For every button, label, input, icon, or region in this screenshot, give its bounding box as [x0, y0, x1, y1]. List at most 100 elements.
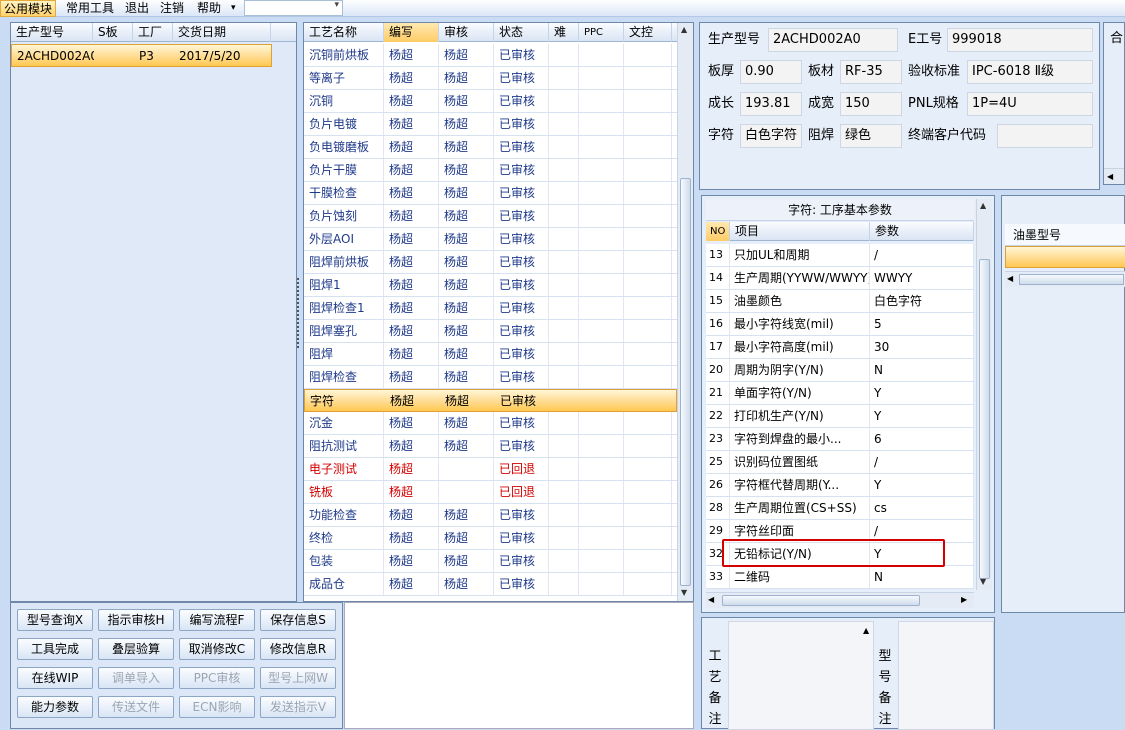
ink-row[interactable] — [1005, 246, 1125, 268]
table-row[interactable]: 22 打印机生产(Y/N) Y — [706, 405, 974, 428]
table-row[interactable]: 13 只加UL和周期 / — [706, 244, 974, 267]
table-row[interactable]: 沉铜 杨超 杨超 已审核 — [304, 90, 677, 113]
params-scrollbar[interactable]: ▲ ▼ — [976, 199, 992, 590]
table-row[interactable]: 33 二维码 N — [706, 566, 974, 589]
scroll-up-icon[interactable]: ▲ — [863, 626, 869, 635]
table-row[interactable]: 17 最小字符高度(mil) 30 — [706, 336, 974, 359]
action-button[interactable]: 型号查询X — [17, 609, 93, 631]
col-doc-control[interactable]: 文控 — [624, 23, 672, 42]
table-row[interactable]: 电子测试 杨超 已回退 — [304, 458, 677, 481]
action-button[interactable]: 能力参数 — [17, 696, 93, 718]
table-row[interactable]: 终检 杨超 杨超 已审核 — [304, 527, 677, 550]
field-width[interactable]: 150 — [840, 92, 902, 116]
table-row[interactable]: 阻焊前烘板 杨超 杨超 已审核 — [304, 251, 677, 274]
table-row[interactable]: 21 单面字符(Y/N) Y — [706, 382, 974, 405]
field-length[interactable]: 193.81 — [740, 92, 802, 116]
field-customer-code[interactable] — [997, 124, 1093, 148]
table-row[interactable]: 沉铜前烘板 杨超 杨超 已审核 — [304, 44, 677, 67]
action-button[interactable]: 取消修改C — [179, 638, 255, 660]
field-standard[interactable]: IPC-6018 Ⅱ级 — [967, 60, 1093, 84]
menu-exit[interactable]: 退出 — [122, 0, 152, 17]
field-model[interactable]: 2ACHD002A0 — [768, 28, 898, 52]
table-row[interactable]: 2ACHD002A0 P3 2017/5/20 — [11, 44, 272, 67]
menu-combo[interactable]: ▾ — [244, 0, 343, 16]
menu-help[interactable]: 帮助 — [194, 0, 224, 17]
table-row[interactable]: 28 生产周期位置(CS+SS) cs — [706, 497, 974, 520]
menu-logout[interactable]: 注销 — [157, 0, 187, 17]
menu-public-module[interactable]: 公用模块 — [0, 0, 57, 17]
action-button[interactable]: 发送指示V — [260, 696, 336, 718]
col-no[interactable]: NO — [706, 222, 730, 241]
table-row[interactable]: 铣板 杨超 已回退 — [304, 481, 677, 504]
table-row[interactable]: 阻焊塞孔 杨超 杨超 已审核 — [304, 320, 677, 343]
hscroll-thumb[interactable] — [1019, 274, 1124, 285]
field-character[interactable]: 白色字符 — [740, 124, 802, 148]
scroll-thumb[interactable] — [979, 259, 990, 579]
table-row[interactable]: 字符 杨超 杨超 已审核 — [304, 389, 677, 412]
col-model[interactable]: 生产型号 — [11, 23, 93, 42]
action-button[interactable]: 工具完成 — [17, 638, 93, 660]
col-process-name[interactable]: 工艺名称 — [304, 23, 384, 42]
action-button[interactable]: 编写流程F — [179, 609, 255, 631]
table-row[interactable]: 负片干膜 杨超 杨超 已审核 — [304, 159, 677, 182]
scroll-right-icon[interactable]: ▶ — [961, 595, 967, 604]
table-row[interactable]: 沉金 杨超 杨超 已审核 — [304, 412, 677, 435]
scroll-up-icon[interactable]: ▲ — [681, 25, 687, 34]
right-tab-label[interactable]: 合 — [1110, 27, 1123, 46]
action-button[interactable]: 指示审核H — [98, 609, 174, 631]
col-delivery-date[interactable]: 交货日期 — [173, 23, 271, 42]
table-row[interactable]: 负电镀磨板 杨超 杨超 已审核 — [304, 136, 677, 159]
col-reviewer[interactable]: 审核 — [439, 23, 494, 42]
hscroll-thumb[interactable] — [722, 595, 920, 606]
table-row[interactable]: 阻焊 杨超 杨超 已审核 — [304, 343, 677, 366]
process-notes-field[interactable]: ▲ — [728, 621, 874, 730]
table-row[interactable]: 16 最小字符线宽(mil) 5 — [706, 313, 974, 336]
action-button[interactable]: 调单导入 — [98, 667, 174, 689]
col-writer[interactable]: 编写 — [384, 23, 439, 42]
field-solder-mask[interactable]: 绿色 — [840, 124, 902, 148]
table-row[interactable]: 外层AOI 杨超 杨超 已审核 — [304, 228, 677, 251]
table-row[interactable]: 20 周期为阴字(Y/N) N — [706, 359, 974, 382]
table-row[interactable]: 阻抗测试 杨超 杨超 已审核 — [304, 435, 677, 458]
table-row[interactable]: 包装 杨超 杨超 已审核 — [304, 550, 677, 573]
action-button[interactable]: 在线WIP — [17, 667, 93, 689]
col-factory[interactable]: 工厂 — [133, 23, 173, 42]
table-row[interactable]: 干膜检查 杨超 杨超 已审核 — [304, 182, 677, 205]
col-difficulty[interactable]: 难 — [549, 23, 579, 42]
table-row[interactable]: 阻焊检查 杨超 杨超 已审核 — [304, 366, 677, 389]
scroll-thumb[interactable] — [680, 178, 691, 586]
scroll-down-icon[interactable]: ▼ — [980, 577, 986, 586]
splitter-handle[interactable] — [297, 278, 302, 348]
action-button[interactable]: 保存信息S — [260, 609, 336, 631]
table-row[interactable]: 14 生产周期(YYWW/WWYY) WWYY — [706, 267, 974, 290]
table-row[interactable]: 25 识别码位置图纸 / — [706, 451, 974, 474]
scroll-up-icon[interactable]: ▲ — [980, 201, 986, 210]
ink-hscrollbar[interactable]: ◀ — [1005, 271, 1125, 287]
table-row[interactable]: 等离子 杨超 杨超 已审核 — [304, 67, 677, 90]
action-button[interactable]: ECN影响 — [179, 696, 255, 718]
table-row[interactable]: 26 字符框代替周期(Y... Y — [706, 474, 974, 497]
params-hscrollbar[interactable]: ◀ ▶ — [706, 592, 974, 608]
col-ppc[interactable]: PPC — [579, 23, 624, 42]
process-scrollbar[interactable]: ▲ ▼ — [677, 23, 693, 601]
scroll-left-icon[interactable]: ◀ — [1104, 168, 1124, 184]
menu-overflow-icon[interactable]: ▾ — [228, 0, 239, 17]
table-row[interactable]: 23 字符到焊盘的最小... 6 — [706, 428, 974, 451]
scroll-left-icon[interactable]: ◀ — [708, 595, 714, 604]
action-button[interactable]: 修改信息R — [260, 638, 336, 660]
action-button[interactable]: 型号上网W — [260, 667, 336, 689]
table-row[interactable]: 成品仓 杨超 杨超 已审核 — [304, 573, 677, 596]
field-eno[interactable]: 999018 — [947, 28, 1093, 52]
table-row[interactable]: 阻焊1 杨超 杨超 已审核 — [304, 274, 677, 297]
col-s-board[interactable]: S板 — [93, 23, 133, 42]
col-param[interactable]: 参数 — [870, 222, 974, 241]
table-row[interactable]: 负片电镀 杨超 杨超 已审核 — [304, 113, 677, 136]
scroll-down-icon[interactable]: ▼ — [681, 588, 687, 597]
action-button[interactable]: 传送文件 — [98, 696, 174, 718]
col-item[interactable]: 项目 — [730, 222, 870, 241]
action-button[interactable]: 叠层验算 — [98, 638, 174, 660]
table-row[interactable]: 负片蚀刻 杨超 杨超 已审核 — [304, 205, 677, 228]
field-thickness[interactable]: 0.90 — [740, 60, 802, 84]
action-button[interactable]: PPC审核 — [179, 667, 255, 689]
ink-header[interactable]: 油墨型号 — [1005, 224, 1125, 246]
